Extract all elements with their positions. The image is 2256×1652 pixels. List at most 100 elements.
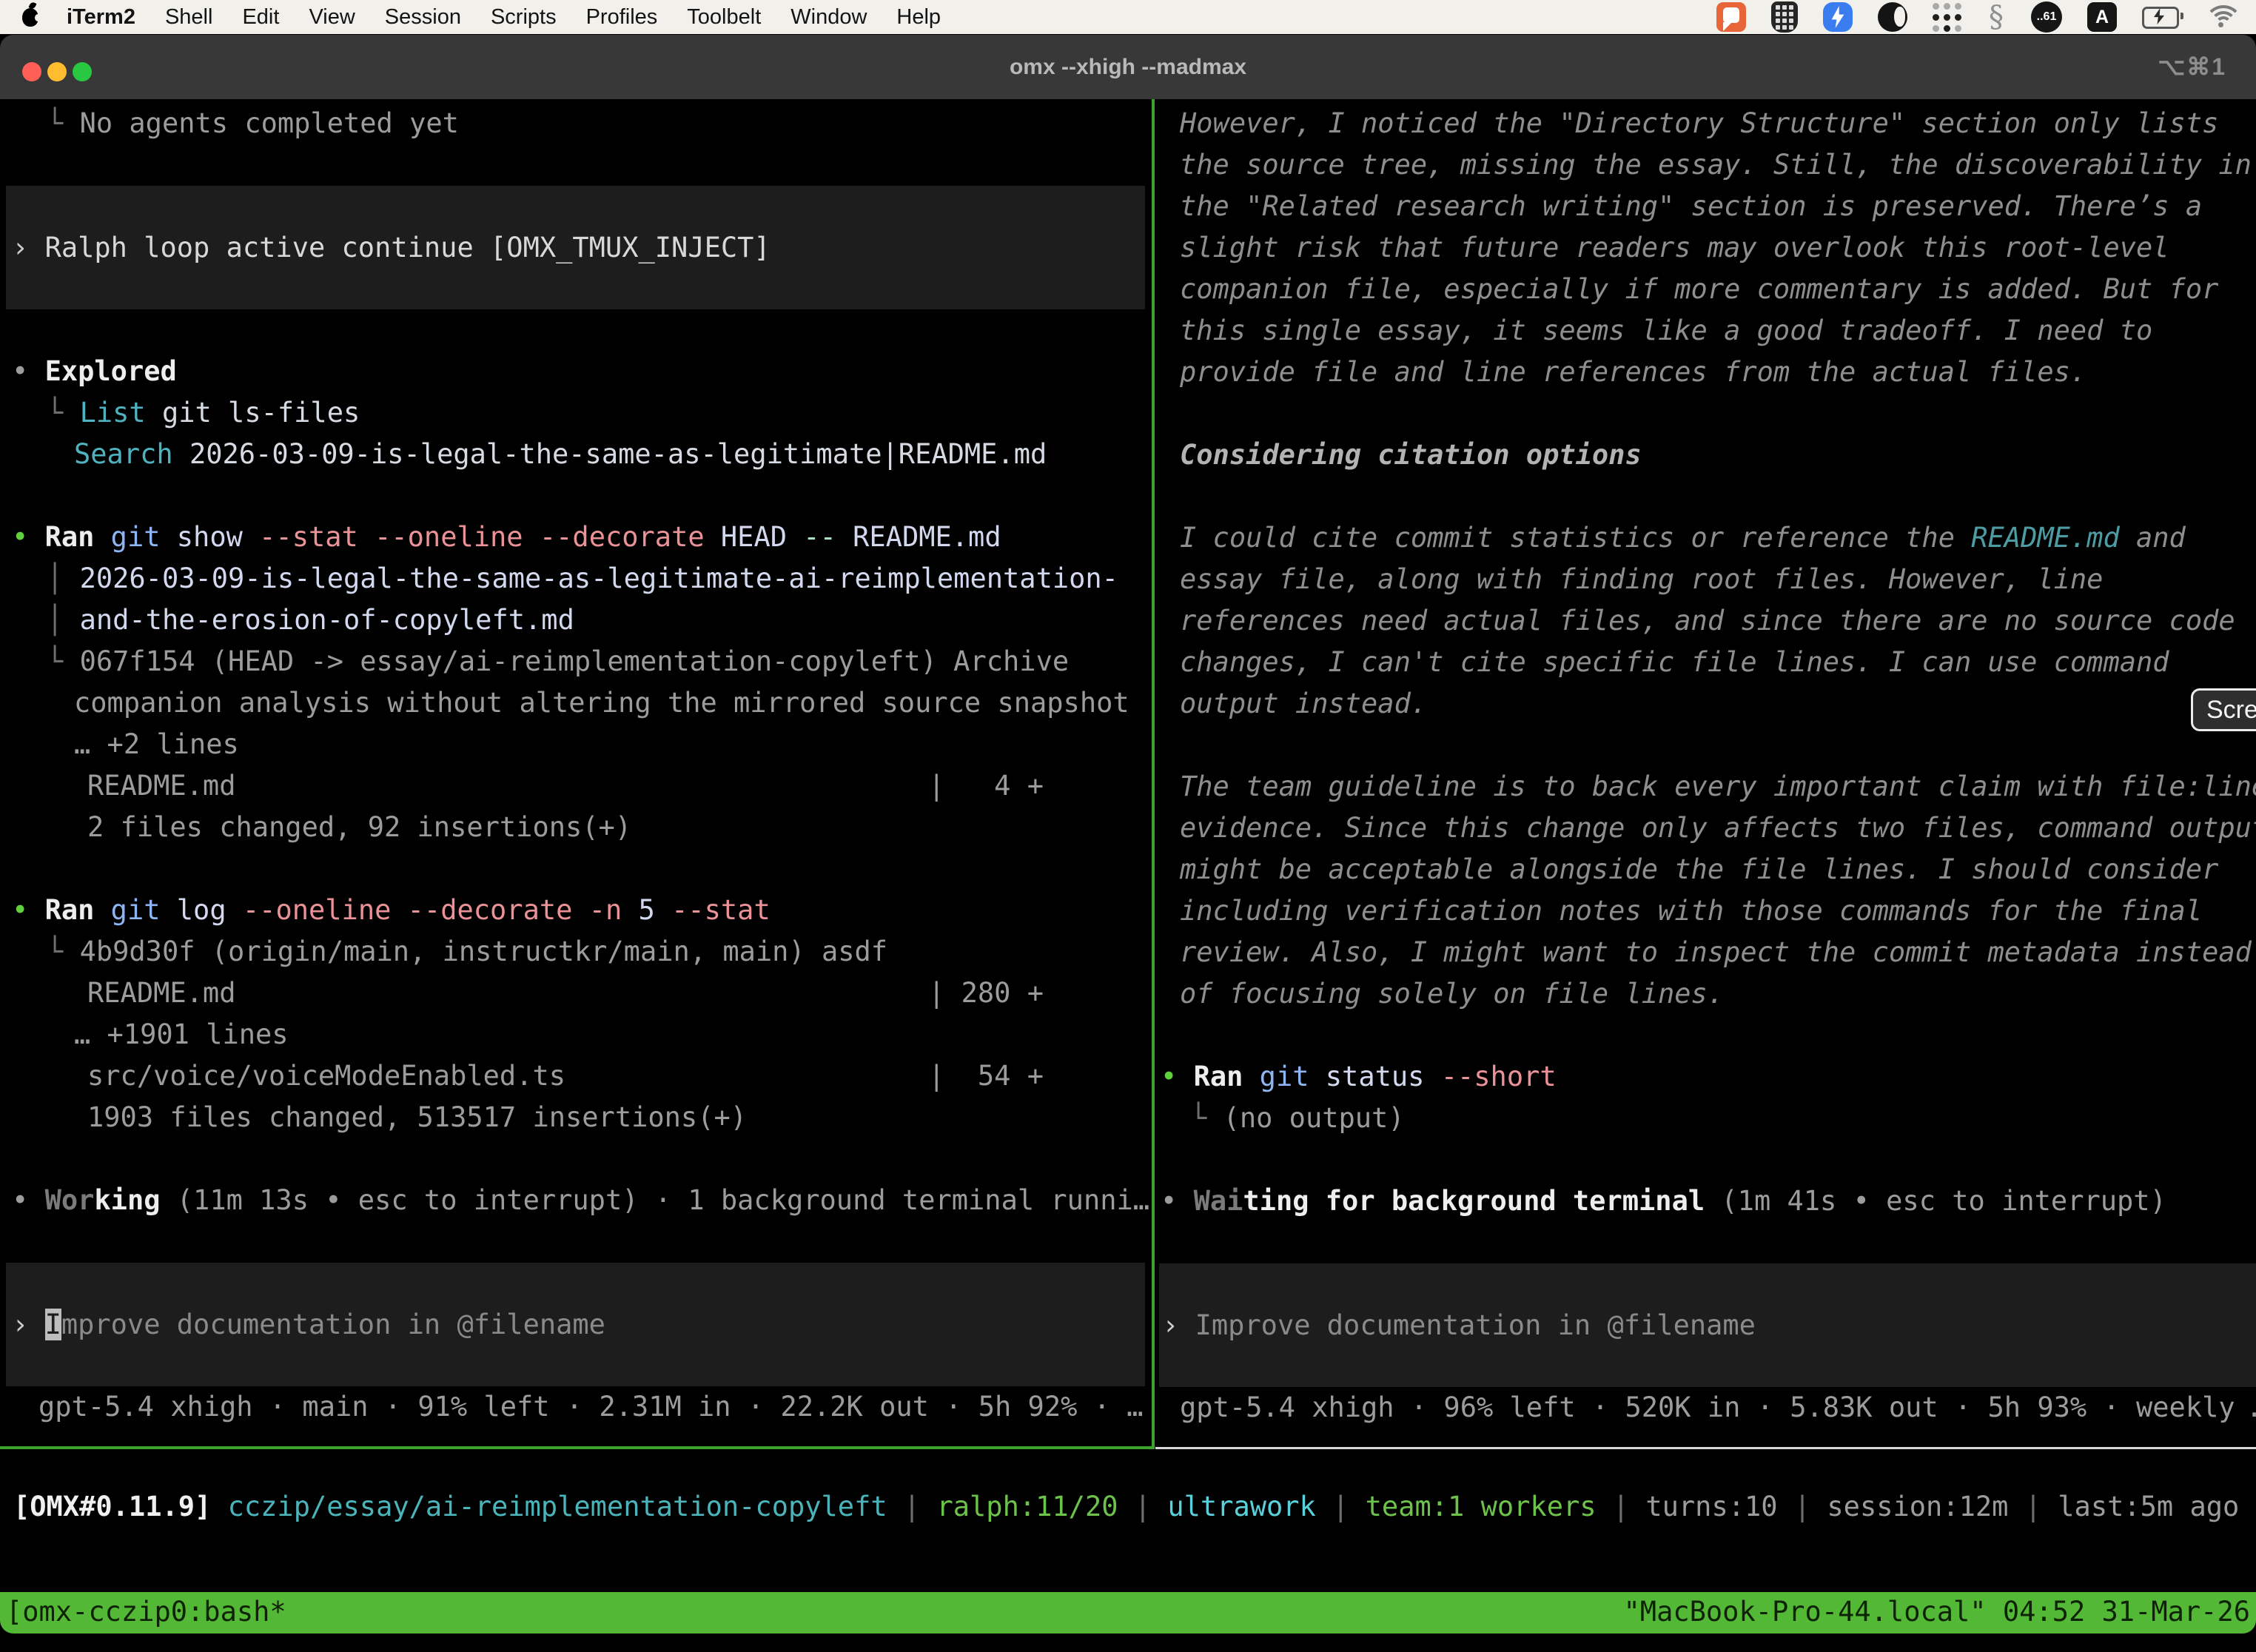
- terminal-text-segment: status: [1326, 1061, 1441, 1092]
- terminal-text-segment: companion analysis without altering the …: [74, 687, 1129, 719]
- window-title: omx --xhigh --madmax: [0, 35, 2256, 99]
- terminal-text-segment: team:1 workers: [1366, 1491, 1597, 1522]
- prompt-input[interactable]: › Ralph loop active continue [OMX_TMUX_I…: [6, 186, 1145, 309]
- menu-item-profiles[interactable]: Profiles: [586, 5, 658, 30]
- terminal-text-segment: List: [80, 397, 162, 429]
- wifi-icon[interactable]: [2204, 5, 2237, 29]
- terminal-text-segment: --: [803, 521, 853, 553]
- terminal-text-segment: •: [1161, 1061, 1194, 1092]
- terminal-line: • Ran git log --oneline --decorate -n 5 …: [0, 890, 1152, 931]
- terminal-text-segment: The team guideline is to back every impo…: [1180, 770, 2256, 802]
- moon-circle-icon[interactable]: [1878, 2, 1907, 32]
- terminal-line: [1158, 1139, 2256, 1181]
- terminal-text-segment: the source tree, missing the essay. Stil…: [1180, 149, 2252, 181]
- terminal-text-segment: 067f154 (HEAD -> essay/ai-reimplementati…: [80, 645, 1070, 677]
- terminal-text-segment: gpt-5.4 xhigh · 96% left · 520K in · 5.8…: [1180, 1391, 2256, 1423]
- terminal-line: [0, 848, 1152, 890]
- letter-a-icon[interactable]: A: [2087, 2, 2117, 32]
- terminal-text-segment: Considering citation options: [1180, 439, 1642, 471]
- terminal-text-segment: turns:10: [1645, 1491, 1777, 1522]
- menu-item-toolbelt[interactable]: Toolbelt: [687, 5, 761, 30]
- terminal-text-segment: --stat: [671, 894, 771, 926]
- terminal-text-segment: ralph:11/20: [936, 1491, 1118, 1522]
- terminal-text-segment: mprove documentation in @filename: [61, 1309, 605, 1340]
- terminal-text-segment: No agents completed yet: [80, 107, 459, 139]
- terminal-text-segment: might be acceptable alongside the file l…: [1180, 853, 2218, 885]
- gauge-icon[interactable]: ..61: [2031, 1, 2062, 33]
- menu-item-iterm2[interactable]: iTerm2: [67, 5, 135, 30]
- terminal-text-segment: │: [47, 563, 80, 594]
- terminal-line: • Ran git show --stat --oneline --decora…: [0, 517, 1152, 558]
- screen-pill-button[interactable]: Scre: [2191, 688, 2256, 731]
- terminal-line: • Explored: [0, 351, 1152, 392]
- terminal-text-segment: git: [111, 894, 177, 926]
- chat-app-icon[interactable]: [1716, 2, 1746, 32]
- dots-grid-icon[interactable]: [1933, 3, 1961, 32]
- terminal-text-segment: (no output): [1223, 1102, 1405, 1134]
- menu-items: iTerm2 Shell Edit View Session Scripts Profile…: [67, 5, 941, 30]
- terminal-line: review. Also, I might want to inspect th…: [1158, 932, 2256, 973]
- menu-item-shell[interactable]: Shell: [165, 5, 213, 30]
- terminal-text-segment: I could cite commit statistics or refere…: [1180, 522, 1971, 554]
- terminal-text-segment: Explored: [45, 355, 177, 387]
- keypad-shield-icon[interactable]: [1771, 1, 1798, 33]
- terminal-text-segment: |: [1118, 1491, 1168, 1522]
- terminal-text-segment: HEAD: [721, 521, 803, 553]
- terminal-line: might be acceptable alongside the file l…: [1158, 849, 2256, 890]
- menu-item-scripts[interactable]: Scripts: [491, 5, 557, 30]
- terminal-text-segment: ultrawork: [1167, 1491, 1315, 1522]
- prompt-input[interactable]: › Improve documentation in @filename: [1159, 1263, 2256, 1387]
- terminal-text-segment: and: [2120, 522, 2186, 554]
- terminal-text-segment: README.md: [1971, 522, 2119, 554]
- prompt-input[interactable]: › Improve documentation in @filename: [6, 1263, 1145, 1386]
- iterm-window: omx --xhigh --madmax ⌥⌘1 └ No agents com…: [0, 35, 2256, 1633]
- squiggle-icon[interactable]: [1987, 1, 2006, 33]
- menu-item-edit[interactable]: Edit: [242, 5, 279, 30]
- terminal-text-segment: └: [47, 397, 80, 429]
- terminal-text-segment: └: [47, 645, 80, 677]
- bolt-badge-icon[interactable]: [1823, 2, 1853, 32]
- terminal-text-segment: └: [47, 107, 80, 139]
- battery-icon[interactable]: [2142, 7, 2179, 29]
- terminal-line: └ 4b9d30f (origin/main, instructkr/main,…: [0, 931, 1152, 973]
- menu-item-help[interactable]: Help: [896, 5, 941, 30]
- terminal-text-segment: evidence. Since this change only affects…: [1180, 812, 2256, 844]
- terminal-text-segment: Wai: [1194, 1185, 1243, 1217]
- terminal-line: └ No agents completed yet: [0, 103, 1152, 144]
- terminal-text-segment: git ls-files: [162, 397, 360, 429]
- terminal-text-segment: cczip/essay/ai-reimplementation-copyleft: [228, 1491, 887, 1522]
- window-shortcut-hint: ⌥⌘1: [2158, 53, 2226, 81]
- terminal-text-segment: •: [12, 355, 45, 387]
- terminal-text-segment: Ralph loop active continue [OMX_TMUX_INJ…: [45, 232, 771, 263]
- omx-status-line: [OMX#0.11.9] cczip/essay/ai-reimplementa…: [13, 1486, 2256, 1528]
- terminal-text-segment: output instead.: [1180, 688, 1427, 719]
- terminal-text-segment: └: [1190, 1102, 1223, 1134]
- menu-item-view[interactable]: View: [309, 5, 355, 30]
- pane-divider[interactable]: [1152, 99, 1155, 1449]
- terminal-text-segment: Search: [74, 438, 189, 470]
- terminal-line: 2 files changed, 92 insertions(+): [0, 807, 1152, 848]
- terminal-text-segment: 4b9d30f (origin/main, instructkr/main, m…: [80, 936, 888, 967]
- terminal-line: slight risk that future readers may over…: [1158, 227, 2256, 269]
- terminal-line: README.md | 280 +: [0, 973, 1152, 1014]
- terminal-line: I could cite commit statistics or refere…: [1158, 517, 2256, 559]
- terminal-line: [1158, 476, 2256, 517]
- pane-left[interactable]: └ No agents completed yet › Ralph loop ac…: [0, 99, 1152, 1449]
- pane-right[interactable]: However, I noticed the "Directory Struct…: [1158, 99, 2256, 1449]
- menu-item-window[interactable]: Window: [790, 5, 867, 30]
- window-titlebar[interactable]: omx --xhigh --madmax ⌥⌘1: [0, 35, 2256, 99]
- terminal-line: [1158, 1222, 2256, 1263]
- terminal-text-segment: Ran: [45, 521, 111, 553]
- terminal-text-segment: review. Also, I might want to inspect th…: [1180, 936, 2252, 968]
- terminal-line: │ 2026-03-09-is-legal-the-same-as-legiti…: [0, 558, 1152, 600]
- terminal-text-segment: •: [12, 521, 45, 553]
- apple-menu-icon[interactable]: [22, 8, 38, 27]
- terminal-text-segment: --oneline --decorate: [243, 894, 589, 926]
- terminal-text-segment: |: [2008, 1491, 2058, 1522]
- terminal-text-segment: king: [94, 1184, 160, 1216]
- tmux-session-window[interactable]: [omx-cczip0:bash*: [6, 1592, 286, 1633]
- gauge-label: ..61: [2037, 10, 2057, 24]
- menu-item-session[interactable]: Session: [385, 5, 461, 30]
- terminal-text-segment: README.md | 280 +: [87, 977, 1044, 1009]
- screen-pill-label: Scre: [2206, 696, 2256, 725]
